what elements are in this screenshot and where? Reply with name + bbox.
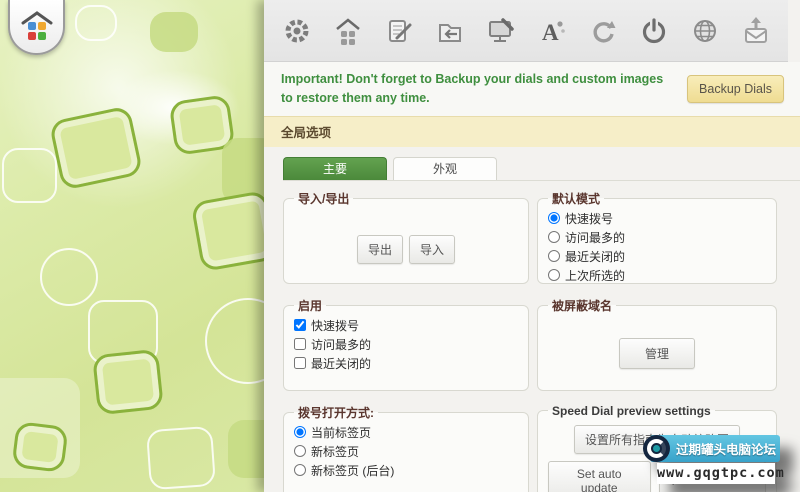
dial-open-mode-options: 当前标签页新标签页新标签页 (后台) (294, 423, 518, 480)
display-appearance-icon[interactable] (486, 16, 516, 46)
home-dials-logo-icon (19, 10, 55, 44)
checkbox-input[interactable] (294, 338, 306, 350)
radio-input[interactable] (294, 426, 306, 438)
font-typography-icon[interactable]: A (537, 16, 567, 46)
tab-appearance[interactable]: 外观 (393, 157, 497, 180)
option-label: 上次所选的 (565, 267, 625, 284)
radio-option[interactable]: 新标签页 (后台) (294, 462, 518, 479)
option-label: 快速拨号 (565, 210, 613, 227)
svg-text:A: A (542, 20, 559, 45)
radio-option[interactable]: 上次所选的 (548, 267, 766, 284)
watermark-logo-icon (643, 435, 670, 462)
radio-input[interactable] (548, 250, 560, 262)
radio-option[interactable]: 新标签页 (294, 443, 518, 460)
backup-warning-bar: Important! Don't forget to Backup your d… (264, 62, 800, 116)
radio-option[interactable]: 快速拨号 (548, 210, 766, 227)
set-auto-update-button[interactable]: Set auto update (548, 461, 651, 492)
dial-open-mode-legend: 拨号打开方式: (294, 404, 378, 421)
wallpaper-shape (49, 105, 144, 191)
tab-bar: 主要 外观 (283, 157, 800, 181)
backup-dials-button[interactable]: Backup Dials (687, 75, 784, 103)
checkbox-input[interactable] (294, 357, 306, 369)
checkbox-option[interactable]: 访问最多的 (294, 336, 518, 353)
watermark-overlay: 过期罐头电脑论坛 www.gqgtpc.com (650, 435, 780, 484)
enable-options: 快速拨号访问最多的最近关闭的 (294, 316, 518, 373)
power-icon[interactable] (639, 16, 669, 46)
radio-input[interactable] (294, 464, 306, 476)
radio-input[interactable] (548, 212, 560, 224)
radio-input[interactable] (548, 269, 560, 281)
checkbox-option[interactable]: 快速拨号 (294, 317, 518, 334)
watermark-forum-text: 过期罐头电脑论坛 (676, 439, 776, 458)
wallpaper-shape (11, 421, 68, 473)
background-wallpaper (0, 0, 264, 492)
default-mode-options: 快速拨号访问最多的最近关闭的上次所选的 (548, 209, 766, 285)
checkbox-option[interactable]: 最近关闭的 (294, 355, 518, 372)
tab-main[interactable]: 主要 (283, 157, 387, 180)
speed-dial-home-logo[interactable] (8, 0, 65, 55)
radio-option[interactable]: 最近关闭的 (548, 248, 766, 265)
option-label: 最近关闭的 (565, 248, 625, 265)
import-export-fieldset: 导入/导出 导出 导入 (283, 190, 529, 284)
option-label: 新标签页 (后台) (311, 462, 394, 479)
option-label: 新标签页 (311, 443, 359, 460)
sync-refresh-icon[interactable] (588, 16, 618, 46)
wallpaper-shape (92, 349, 164, 416)
blocked-domains-legend: 被屏蔽域名 (548, 297, 616, 314)
radio-input[interactable] (548, 231, 560, 243)
import-export-legend: 导入/导出 (294, 190, 353, 207)
radio-input[interactable] (294, 445, 306, 457)
watermark-url-text: www.gqgtpc.com (657, 463, 775, 484)
wallpaper-shape (205, 298, 264, 384)
wallpaper-shape (40, 248, 98, 306)
wallpaper-shape (228, 420, 264, 478)
wallpaper-shape (75, 5, 117, 41)
option-label: 当前标签页 (311, 424, 371, 441)
edit-note-icon[interactable] (384, 16, 414, 46)
blocked-domains-fieldset: 被屏蔽域名 管理 (537, 297, 777, 391)
default-mode-fieldset: 默认模式 快速拨号访问最多的最近关闭的上次所选的 (537, 190, 777, 284)
option-label: 快速拨号 (311, 317, 359, 334)
option-label: 访问最多的 (565, 229, 625, 246)
import-button[interactable]: 导入 (409, 235, 455, 264)
wallpaper-shape (190, 190, 264, 272)
backup-warning-text: Important! Don't forget to Backup your d… (281, 70, 675, 108)
settings-gear-icon[interactable] (282, 16, 312, 46)
wallpaper-shape (2, 148, 57, 203)
enable-fieldset: 启用 快速拨号访问最多的最近关闭的 (283, 297, 529, 391)
option-label: 最近关闭的 (311, 355, 371, 372)
options-toolbar: A (264, 0, 788, 62)
wallpaper-shape (146, 426, 216, 490)
manage-blocked-domains-button[interactable]: 管理 (619, 338, 695, 369)
network-globe-icon[interactable] (690, 16, 720, 46)
import-folder-icon[interactable] (435, 16, 465, 46)
home-dials-icon[interactable] (333, 16, 363, 46)
global-options-header: 全局选项 (264, 116, 800, 147)
enable-legend: 启用 (294, 297, 326, 314)
option-label: 访问最多的 (311, 336, 371, 353)
default-mode-legend: 默认模式 (548, 190, 604, 207)
checkbox-input[interactable] (294, 319, 306, 331)
settings-panel: A Important! Don't forget to Backup your… (264, 0, 800, 492)
radio-option[interactable]: 当前标签页 (294, 424, 518, 441)
export-button[interactable]: 导出 (357, 235, 403, 264)
mail-upload-icon[interactable] (741, 16, 771, 46)
dial-open-mode-fieldset: 拨号打开方式: 当前标签页新标签页新标签页 (后台) (283, 404, 529, 492)
radio-option[interactable]: 访问最多的 (548, 229, 766, 246)
preview-settings-legend: Speed Dial preview settings (548, 404, 715, 418)
wallpaper-shape (150, 12, 198, 52)
watermark-banner: 过期罐头电脑论坛 (650, 435, 780, 462)
